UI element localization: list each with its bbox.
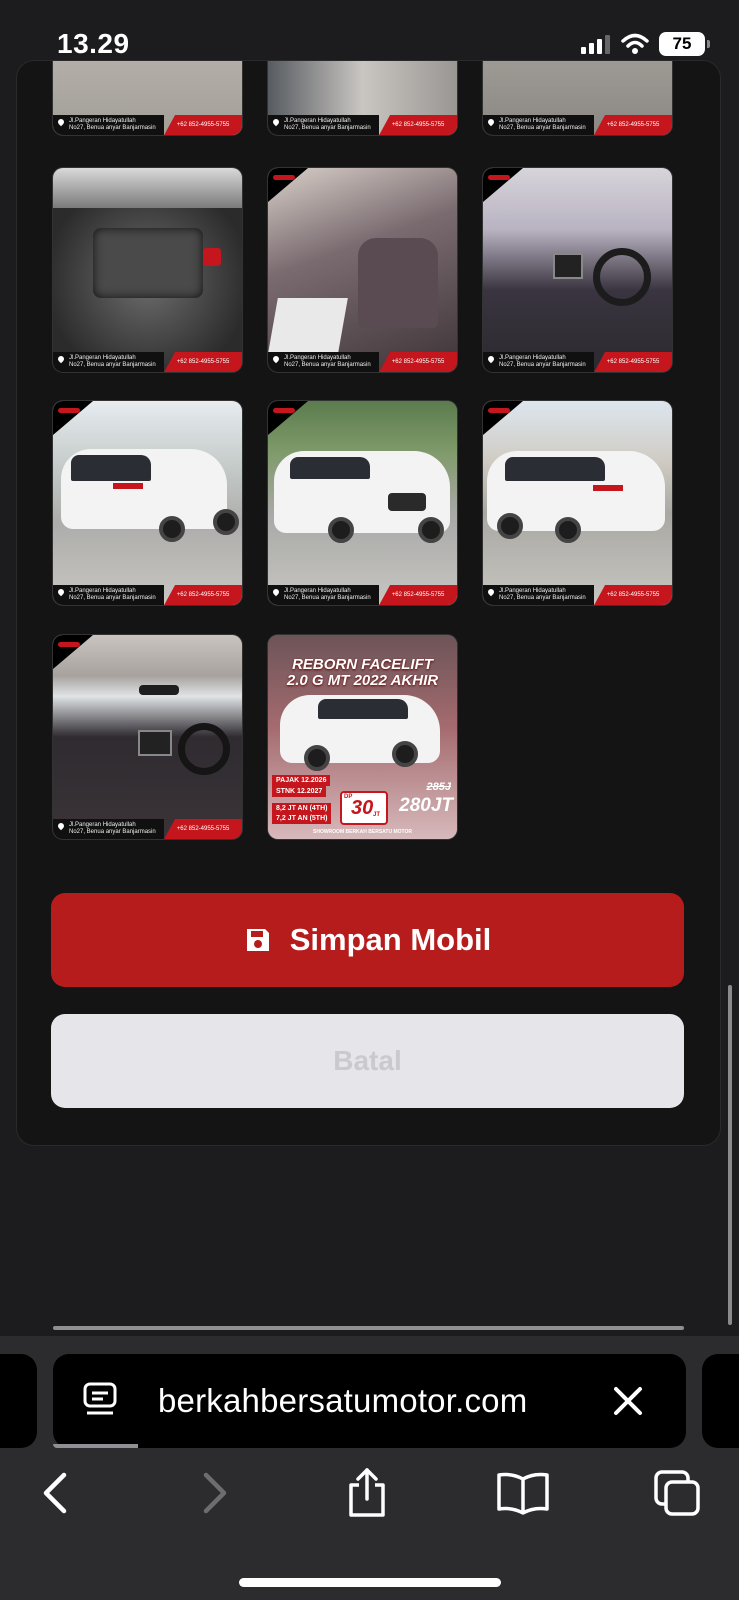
next-tab-peek[interactable] <box>702 1354 739 1448</box>
promo-old-price: 285J <box>426 781 451 793</box>
signal-icon <box>581 35 610 54</box>
forward-button[interactable] <box>180 1458 250 1528</box>
gallery-photo[interactable]: Jl.Pangeran Hidayatullah No27, Benua anya… <box>483 61 672 135</box>
page-load-progress <box>53 1444 138 1448</box>
browser-nav-row <box>0 1458 739 1528</box>
status-time: 13.29 <box>57 28 130 59</box>
gallery-photo-rear[interactable]: Jl.Pangeran Hidayatullah No27, Benua anya… <box>53 401 242 605</box>
promo-stnk-badge: STNK 12.2027 <box>272 786 327 797</box>
browser-toolbar: berkahbersatumotor.com <box>0 1336 739 1600</box>
tabs-button[interactable] <box>642 1458 712 1528</box>
bookmarks-button[interactable] <box>488 1458 558 1528</box>
promo-tax-badge: PAJAK 12.2026 <box>272 775 331 786</box>
floppy-disk-icon <box>246 929 269 951</box>
share-button[interactable] <box>332 1458 402 1528</box>
gallery-photo-cabin[interactable]: Jl.Pangeran Hidayatullah No27, Benua anya… <box>53 635 242 839</box>
toolbar-divider <box>53 1326 684 1330</box>
save-car-button[interactable]: Simpan Mobil <box>51 893 684 987</box>
url-text: berkahbersatumotor.com <box>158 1382 528 1419</box>
battery-indicator: 75 <box>659 32 710 56</box>
gallery-photo-interior[interactable]: Jl.Pangeran Hidayatullah No27, Benua anya… <box>268 168 457 372</box>
chevron-right-icon <box>203 1472 227 1514</box>
back-button[interactable] <box>20 1458 90 1528</box>
address-bar[interactable]: berkahbersatumotor.com <box>53 1354 686 1448</box>
chevron-left-icon <box>43 1472 67 1514</box>
promo-dp-box: DP 30 JT <box>340 791 388 825</box>
status-icons: 75 <box>581 32 710 56</box>
wifi-icon <box>621 33 649 54</box>
gallery-photo-front[interactable]: Jl.Pangeran Hidayatullah No27, Benua anya… <box>268 401 457 605</box>
save-car-label: Simpan Mobil <box>289 922 492 957</box>
promo-credit-5: 7,2 JT AN (5TH) <box>272 813 332 824</box>
page-scrollbar[interactable] <box>728 985 732 1325</box>
gallery-photo-side-rear[interactable]: Jl.Pangeran Hidayatullah No27, Benua anya… <box>483 401 672 605</box>
gallery-photo[interactable]: Jl.Pangeran Hidayatullah No27, Benua anya… <box>268 61 457 135</box>
book-icon <box>497 1472 549 1515</box>
promo-price: 280JT <box>399 795 453 816</box>
gallery-photo-dashboard[interactable]: Jl.Pangeran Hidayatullah No27, Benua anya… <box>483 168 672 372</box>
previous-tab-peek[interactable] <box>0 1354 37 1448</box>
promo-title: REBORN FACELIFT 2.0 G MT 2022 AKHIR <box>286 656 439 689</box>
share-icon <box>349 1468 385 1517</box>
home-indicator <box>239 1578 501 1587</box>
gallery-photo-engine[interactable]: Jl.Pangeran Hidayatullah No27, Benua anya… <box>53 168 242 372</box>
reader-mode-icon[interactable] <box>83 1382 117 1420</box>
promo-showroom: SHOWROOM BERKAH BERSATU MOTOR <box>313 829 412 835</box>
cancel-button[interactable]: Batal <box>51 1014 684 1108</box>
tabs-icon <box>654 1470 700 1516</box>
gallery-photo-promo[interactable]: REBORN FACELIFT 2.0 G MT 2022 AKHIR PAJAK… <box>268 635 457 839</box>
close-icon[interactable] <box>613 1386 643 1416</box>
gallery-photo[interactable]: Jl.Pangeran Hidayatullah No27, Benua anya… <box>53 61 242 135</box>
